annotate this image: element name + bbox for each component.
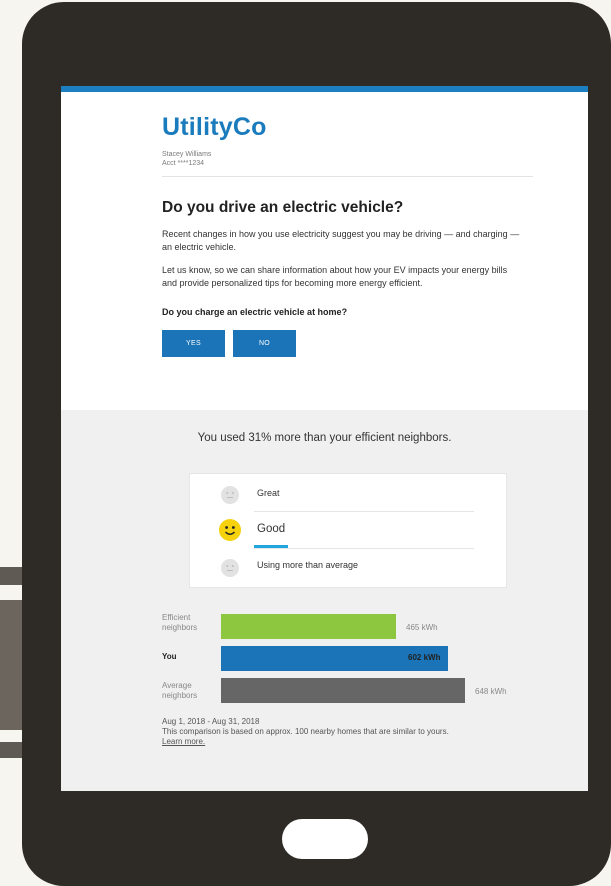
bar-value-you: 602 kWh [408,653,441,662]
rating-more-than-average-label: Using more than average [257,560,359,570]
account-number: Acct ****1234 [162,160,205,167]
details-paragraph: Let us know, so we can share information… [162,265,508,288]
rating-divider [254,511,474,512]
neutral-face-icon [221,486,239,504]
intro-paragraph: Recent changes in how you use electricit… [162,229,520,252]
bar-label-efficient-neighbors: Efficient neighbors [162,613,198,632]
no-button[interactable]: NO [233,330,296,357]
headline: Do you drive an electric vehicle? [162,199,404,216]
rating-great-label: Great [257,488,280,498]
neutral-face-icon [221,559,239,577]
answer-buttons: YES NO [162,330,588,357]
tablet-screen: UtilityCo Stacey Williams Acct ****1234 … [61,86,588,791]
comparison-headline: You used 31% more than your efficient ne… [197,432,452,444]
header-divider [162,176,533,177]
brand-logo: UtilityCo [162,113,267,141]
comparison-footnote: Aug 1, 2018 - Aug 31, 2018 This comparis… [162,717,449,747]
billing-period: Aug 1, 2018 - Aug 31, 2018 [162,717,260,726]
rating-good-label: Good [257,523,286,535]
efficiency-rating-card: Great Good Using more than average [189,473,507,588]
account-info: Stacey Williams Acct ****1234 [162,150,588,168]
yes-button[interactable]: YES [162,330,225,357]
customer-name: Stacey Williams [162,151,212,158]
bar-average-neighbors [221,678,465,703]
bar-value-average-neighbors: 648 kWh [475,687,507,696]
bar-label-you: You [162,652,177,661]
learn-more-link[interactable]: Learn more. [162,737,449,747]
ev-question: Do you charge an electric vehicle at hom… [162,307,348,317]
bar-value-efficient-neighbors: 465 kWh [406,623,438,632]
email-body: UtilityCo Stacey Williams Acct ****1234 … [61,92,588,357]
usage-comparison-section: You used 31% more than your efficient ne… [61,410,588,791]
comparison-note: This comparison is based on approx. 100 … [162,727,449,736]
bar-efficient-neighbors [221,614,396,639]
smile-face-icon [219,519,241,541]
home-button[interactable] [282,819,368,859]
bar-label-average-neighbors: Average neighbors [162,681,198,700]
rating-divider [254,548,474,549]
